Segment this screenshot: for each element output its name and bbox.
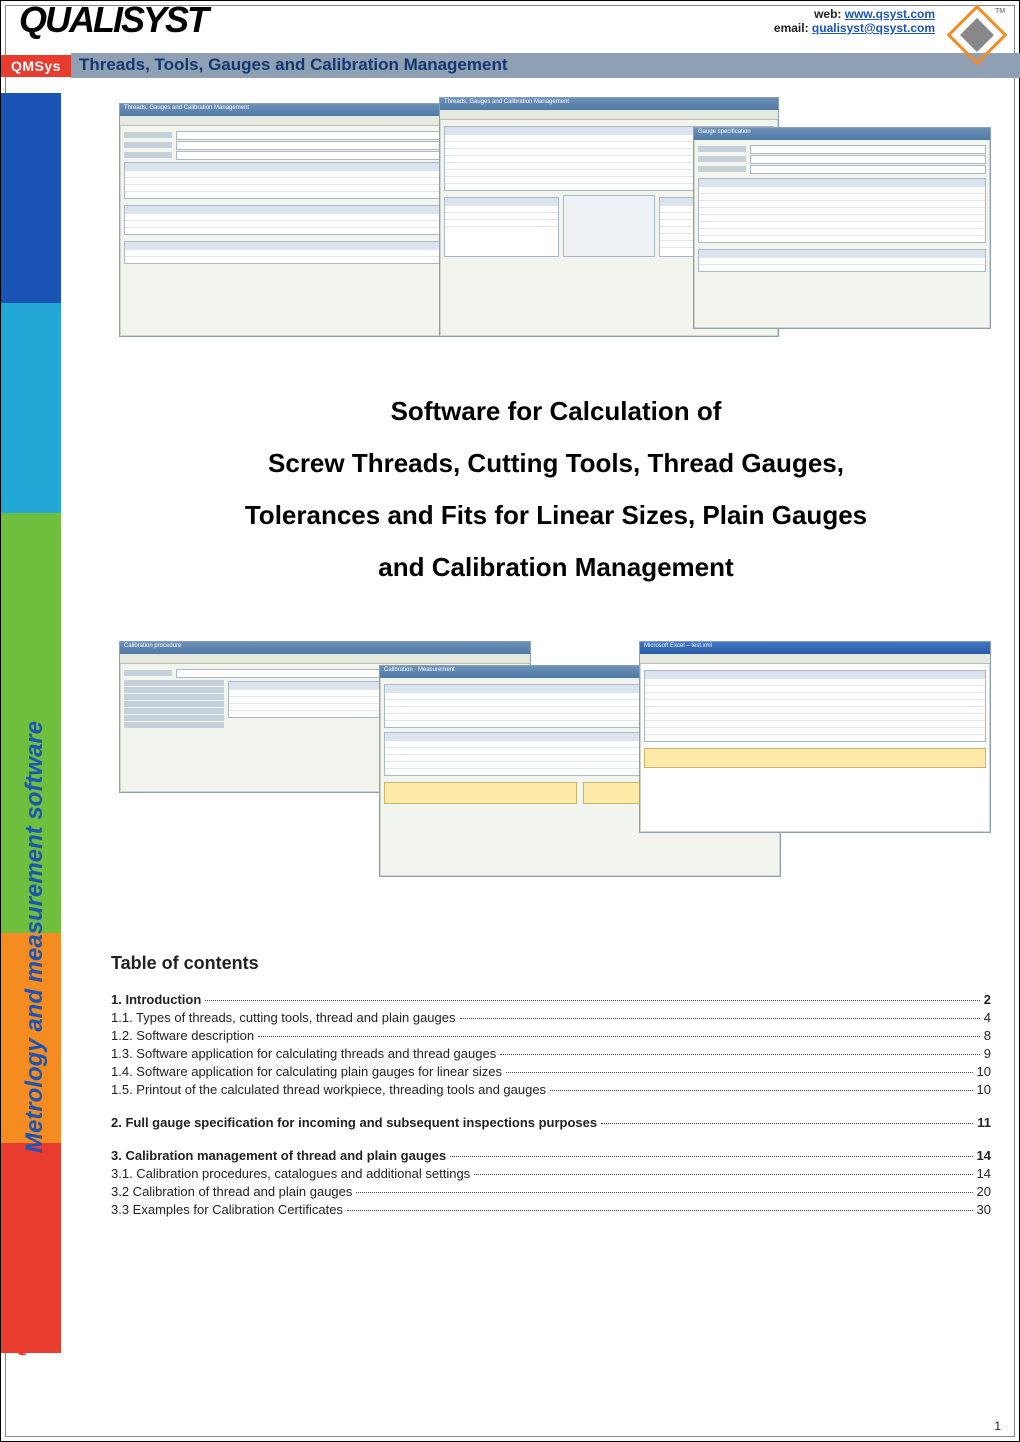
toc-leader-dots [356,1192,972,1193]
toc-label: 3.1. Calibration procedures, catalogues … [111,1166,470,1181]
window-title: Threads, Gauges and Calibration Manageme… [120,104,490,116]
toc-leader-dots [601,1123,973,1124]
toc-entry[interactable]: 3.2 Calibration of thread and plain gaug… [111,1184,991,1199]
toc-label: 1.3. Software application for calculatin… [111,1046,496,1061]
email-label: email: [774,21,809,35]
toc-label: 1.1. Types of threads, cutting tools, th… [111,1010,456,1025]
toolbar [440,110,778,120]
toc-label: 1.5. Printout of the calculated thread w… [111,1082,546,1097]
toc-page: 10 [977,1082,991,1097]
toc-entry[interactable]: 1.4. Software application for calculatin… [111,1064,991,1079]
toc-entry[interactable]: 1. Introduction 2 [111,992,991,1007]
toc-label: 3.3 Examples for Calibration Certificate… [111,1202,343,1217]
logo-word: QUALISYST [1,0,207,40]
toc-entry[interactable]: 1.2. Software description 8 [111,1028,991,1043]
toc-label: 3. Calibration management of thread and … [111,1148,446,1163]
toc-label: 3.2 Calibration of thread and plain gaug… [111,1184,352,1199]
screenshot-panel-excel: Microsoft Excel – test.xml [639,641,991,833]
toc-label: 1.2. Software description [111,1028,254,1043]
web-label: web: [814,7,841,21]
product-bar: QMSys Threads, Tools, Gauges and Calibra… [1,53,1020,78]
toc-leader-dots [506,1072,973,1073]
toc-heading: Table of contents [111,953,991,974]
screenshot-group-2: Calibration procedure Calibration · Meas… [119,641,989,901]
toc-entry[interactable]: 1.5. Printout of the calculated thread w… [111,1082,991,1097]
toc-entry[interactable]: 1.1. Types of threads, cutting tools, th… [111,1010,991,1025]
screenshot-panel-threads-config: Threads, Gauges and Calibration Manageme… [119,103,491,337]
web-link[interactable]: www.qsyst.com [845,7,935,21]
toc-page: 10 [977,1064,991,1079]
toc-entry[interactable]: 2. Full gauge specification for incoming… [111,1115,991,1130]
table-of-contents: Table of contents 1. Introduction 2 1.1. T… [111,953,991,1220]
toc-page: 30 [977,1202,991,1217]
product-title: Threads, Tools, Gauges and Calibration M… [71,53,1020,78]
title-line: Tolerances and Fits for Linear Sizes, Pl… [121,489,991,541]
toc-label: 1. Introduction [111,992,201,1007]
window-title: Threads, Gauges and Calibration Manageme… [440,98,778,110]
side-rail-q-icon: Q [3,1315,30,1359]
screenshot-group-1: Threads, Gauges and Calibration Manageme… [119,97,989,357]
document-title: Software for Calculation of Screw Thread… [121,385,991,593]
toc-page: 14 [977,1166,991,1181]
toc-page: 20 [977,1184,991,1199]
result-highlight [384,782,577,804]
company-logo-text: QUALISYST [1,0,207,41]
toc-leader-dots [474,1174,972,1175]
side-rail-text: Metrology and measurement software [21,721,49,1153]
toc-entry[interactable]: 3.3 Examples for Calibration Certificate… [111,1202,991,1217]
toc-leader-dots [347,1210,973,1211]
toc-page: 2 [984,992,991,1007]
side-rail: Metrology and measurement software Q [1,93,61,1353]
excel-ribbon [640,654,990,664]
window-title: Calibration procedure [120,642,530,654]
toc-entry[interactable]: 3. Calibration management of thread and … [111,1148,991,1163]
contact-block: web: www.qsyst.com email: qualisyst@qsys… [774,7,935,35]
toc-page: 9 [984,1046,991,1061]
title-line: Software for Calculation of [121,385,991,437]
title-line: Screw Threads, Cutting Tools, Thread Gau… [121,437,991,489]
excel-highlight-row [644,748,986,768]
qualisyst-diamond-logo: TM [945,3,1009,67]
thread-diagram-thumbnail [563,195,655,257]
toc-label: 2. Full gauge specification for incoming… [111,1115,597,1130]
toc-leader-dots [500,1054,980,1055]
toc-leader-dots [460,1018,980,1019]
window-title: Gauge specification [694,128,990,140]
toc-leader-dots [258,1036,980,1037]
toc-page: 11 [977,1115,991,1130]
toc-entry[interactable]: 3.1. Calibration procedures, catalogues … [111,1166,991,1181]
page-number: 1 [994,1419,1001,1433]
toc-leader-dots [450,1156,972,1157]
toc-leader-dots [550,1090,972,1091]
window-title: Microsoft Excel – test.xml [640,642,990,654]
toc-page: 8 [984,1028,991,1043]
qmsys-badge: QMSys [1,55,71,77]
toolbar [120,116,490,126]
toc-leader-dots [205,1000,979,1001]
svg-text:TM: TM [995,8,1005,15]
toc-entry[interactable]: 1.3. Software application for calculatin… [111,1046,991,1061]
page-header: QUALISYST QMSys Threads, Tools, Gauges a… [1,1,1019,73]
toc-label: 1.4. Software application for calculatin… [111,1064,502,1079]
email-link[interactable]: qualisyst@qsyst.com [812,21,935,35]
toc-page: 4 [984,1010,991,1025]
screenshot-panel-gauge-spec: Gauge specification [693,127,991,329]
toolbar [120,654,530,664]
toc-page: 14 [977,1148,991,1163]
title-line: and Calibration Management [121,541,991,593]
